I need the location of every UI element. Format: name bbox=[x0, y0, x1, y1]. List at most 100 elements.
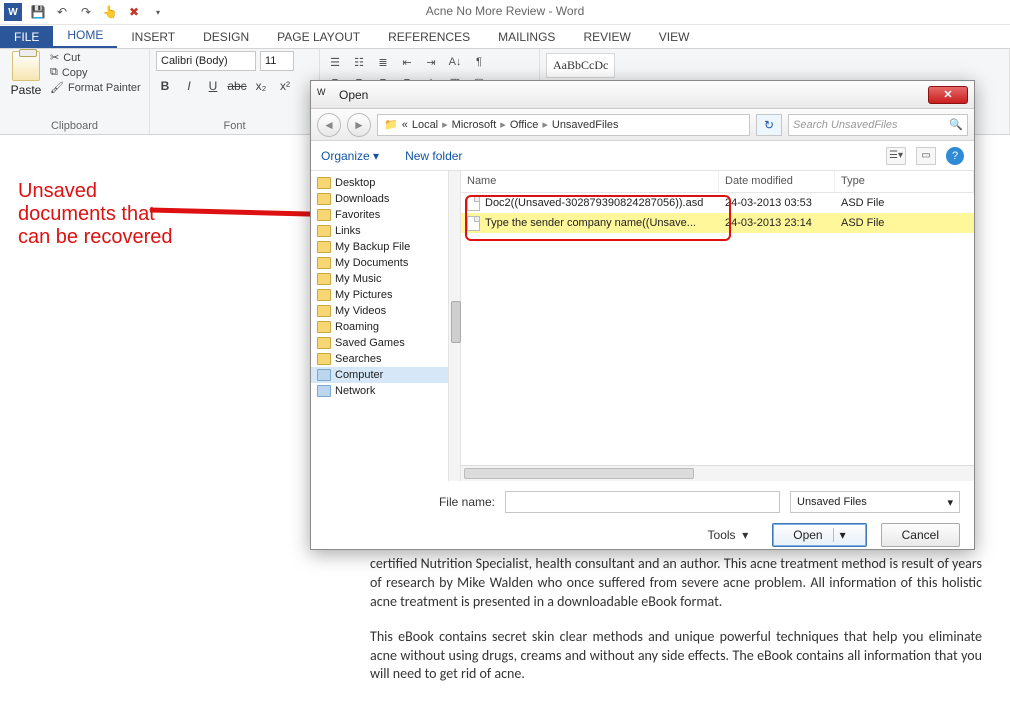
tab-mailings[interactable]: MAILINGS bbox=[484, 26, 569, 48]
tools-menu[interactable]: Tools ▾ bbox=[708, 528, 749, 542]
search-placeholder: Search UnsavedFiles bbox=[793, 119, 898, 131]
tree-item: Links bbox=[311, 223, 448, 239]
open-button[interactable]: Open▾ bbox=[772, 523, 866, 547]
group-clipboard: Paste ✂Cut ⧉Copy 🖌Format Painter Clipboa… bbox=[0, 49, 150, 134]
open-dialog: W Open ✕ ◄ ► 📁 « Local▸ Microsoft▸ Offic… bbox=[310, 80, 975, 550]
cut-button[interactable]: ✂Cut bbox=[50, 51, 141, 64]
tree-item: My Music bbox=[311, 271, 448, 287]
tree-item: Downloads bbox=[311, 191, 448, 207]
bullets-button[interactable]: ☰ bbox=[326, 53, 344, 71]
show-marks-button[interactable]: ¶ bbox=[470, 53, 488, 71]
search-input[interactable]: Search UnsavedFiles 🔍 bbox=[788, 114, 968, 136]
body-paragraph-1: certified Nutrition Specialist, health c… bbox=[370, 555, 982, 612]
preview-pane-button[interactable]: ▭ bbox=[916, 147, 936, 165]
dialog-title: Open bbox=[339, 88, 368, 102]
body-paragraph-2: This eBook contains secret skin clear me… bbox=[370, 628, 982, 685]
paste-button[interactable]: Paste bbox=[6, 51, 46, 97]
organize-menu[interactable]: Organize ▾ bbox=[321, 149, 379, 163]
file-list[interactable]: Name Date modified Type Doc2((Unsaved-30… bbox=[461, 171, 974, 481]
tab-references[interactable]: REFERENCES bbox=[374, 26, 484, 48]
filename-label: File name: bbox=[325, 495, 495, 509]
cancel-button[interactable]: Cancel bbox=[881, 523, 960, 547]
font-name-select[interactable]: Calibri (Body) bbox=[156, 51, 256, 71]
dialog-nav: ◄ ► 📁 « Local▸ Microsoft▸ Office▸ Unsave… bbox=[311, 109, 974, 141]
dialog-footer: File name: Unsaved Files▾ Tools ▾ Open▾ … bbox=[311, 481, 974, 559]
dialog-titlebar[interactable]: W Open ✕ bbox=[311, 81, 974, 109]
tab-insert[interactable]: INSERT bbox=[117, 26, 189, 48]
breadcrumb[interactable]: 📁 « Local▸ Microsoft▸ Office▸ UnsavedFil… bbox=[377, 114, 750, 136]
copy-button[interactable]: ⧉Copy bbox=[50, 66, 141, 79]
folder-tree[interactable]: Desktop Downloads Favorites Links My Bac… bbox=[311, 171, 449, 481]
help-button[interactable]: ? bbox=[946, 147, 964, 165]
font-size-select[interactable]: 11 bbox=[260, 51, 294, 71]
list-item[interactable]: Doc2((Unsaved-302879390824287056)).asd 2… bbox=[461, 193, 974, 213]
filename-input[interactable] bbox=[505, 491, 780, 513]
list-item-selected[interactable]: Type the sender company name((Unsave... … bbox=[461, 213, 974, 233]
nav-forward-button[interactable]: ► bbox=[347, 113, 371, 137]
file-icon bbox=[467, 196, 480, 211]
tab-home[interactable]: HOME bbox=[53, 24, 117, 48]
format-painter-button[interactable]: 🖌Format Painter bbox=[50, 81, 141, 94]
refresh-button[interactable]: ↻ bbox=[756, 114, 782, 136]
brush-icon: 🖌 bbox=[50, 81, 64, 94]
folder-icon bbox=[317, 353, 331, 365]
folder-icon: 📁 bbox=[384, 118, 398, 131]
underline-button[interactable]: U bbox=[204, 77, 222, 95]
tree-item-computer: Computer bbox=[311, 367, 448, 383]
strike-button[interactable]: abc bbox=[228, 77, 246, 95]
folder-icon bbox=[317, 257, 331, 269]
close-button[interactable]: ✕ bbox=[928, 86, 968, 104]
folder-icon bbox=[317, 177, 331, 189]
folder-icon bbox=[317, 193, 331, 205]
folder-icon bbox=[317, 209, 331, 221]
nav-back-button[interactable]: ◄ bbox=[317, 113, 341, 137]
list-hscrollbar[interactable] bbox=[461, 465, 974, 481]
computer-icon bbox=[317, 369, 331, 381]
paste-label: Paste bbox=[11, 83, 42, 97]
tab-file[interactable]: FILE bbox=[0, 26, 53, 48]
dialog-app-icon: W bbox=[317, 87, 333, 103]
bold-button[interactable]: B bbox=[156, 77, 174, 95]
scissors-icon: ✂ bbox=[50, 51, 59, 64]
sort-button[interactable]: A↓ bbox=[446, 53, 464, 71]
tab-review[interactable]: REVIEW bbox=[569, 26, 644, 48]
multilevel-button[interactable]: ≣ bbox=[374, 53, 392, 71]
tree-item: My Documents bbox=[311, 255, 448, 271]
col-name[interactable]: Name bbox=[461, 171, 719, 192]
list-header[interactable]: Name Date modified Type bbox=[461, 171, 974, 193]
ribbon-tabs: FILE HOME INSERT DESIGN PAGE LAYOUT REFE… bbox=[0, 25, 1010, 49]
qat-customize-icon[interactable]: ▾ bbox=[150, 4, 166, 20]
group-font: Calibri (Body) 11 B I U abc x₂ x² Font bbox=[150, 49, 320, 134]
tree-item: My Pictures bbox=[311, 287, 448, 303]
col-date[interactable]: Date modified bbox=[719, 171, 835, 192]
annotation-left: Unsaved documents that can be recovered bbox=[18, 180, 173, 249]
paste-icon bbox=[12, 51, 40, 81]
tree-item-network: Network bbox=[311, 383, 448, 399]
tree-item: My Videos bbox=[311, 303, 448, 319]
indent-inc-button[interactable]: ⇥ bbox=[422, 53, 440, 71]
new-folder-button[interactable]: New folder bbox=[405, 149, 462, 163]
tree-item: Searches bbox=[311, 351, 448, 367]
qat-redo-icon[interactable]: ↷ bbox=[78, 4, 94, 20]
qat-save-icon[interactable]: 💾 bbox=[30, 4, 46, 20]
tab-design[interactable]: DESIGN bbox=[189, 26, 263, 48]
view-options-button[interactable]: ☰▾ bbox=[886, 147, 906, 165]
qat-undo-icon[interactable]: ↶ bbox=[54, 4, 70, 20]
subscript-button[interactable]: x₂ bbox=[252, 77, 270, 95]
tree-item: Saved Games bbox=[311, 335, 448, 351]
tree-scrollbar[interactable] bbox=[449, 171, 461, 481]
folder-icon bbox=[317, 321, 331, 333]
numbering-button[interactable]: ☷ bbox=[350, 53, 368, 71]
file-type-filter[interactable]: Unsaved Files▾ bbox=[790, 491, 960, 513]
style-normal[interactable]: AaBbCcDc bbox=[546, 53, 615, 78]
col-type[interactable]: Type bbox=[835, 171, 974, 192]
indent-dec-button[interactable]: ⇤ bbox=[398, 53, 416, 71]
tab-view[interactable]: VIEW bbox=[645, 26, 704, 48]
tab-page-layout[interactable]: PAGE LAYOUT bbox=[263, 26, 374, 48]
tree-item: Desktop bbox=[311, 175, 448, 191]
italic-button[interactable]: I bbox=[180, 77, 198, 95]
qat-error-icon[interactable]: ✖ bbox=[126, 4, 142, 20]
qat-touch-icon[interactable]: 👆 bbox=[102, 4, 118, 20]
superscript-button[interactable]: x² bbox=[276, 77, 294, 95]
group-label-font: Font bbox=[150, 120, 319, 132]
